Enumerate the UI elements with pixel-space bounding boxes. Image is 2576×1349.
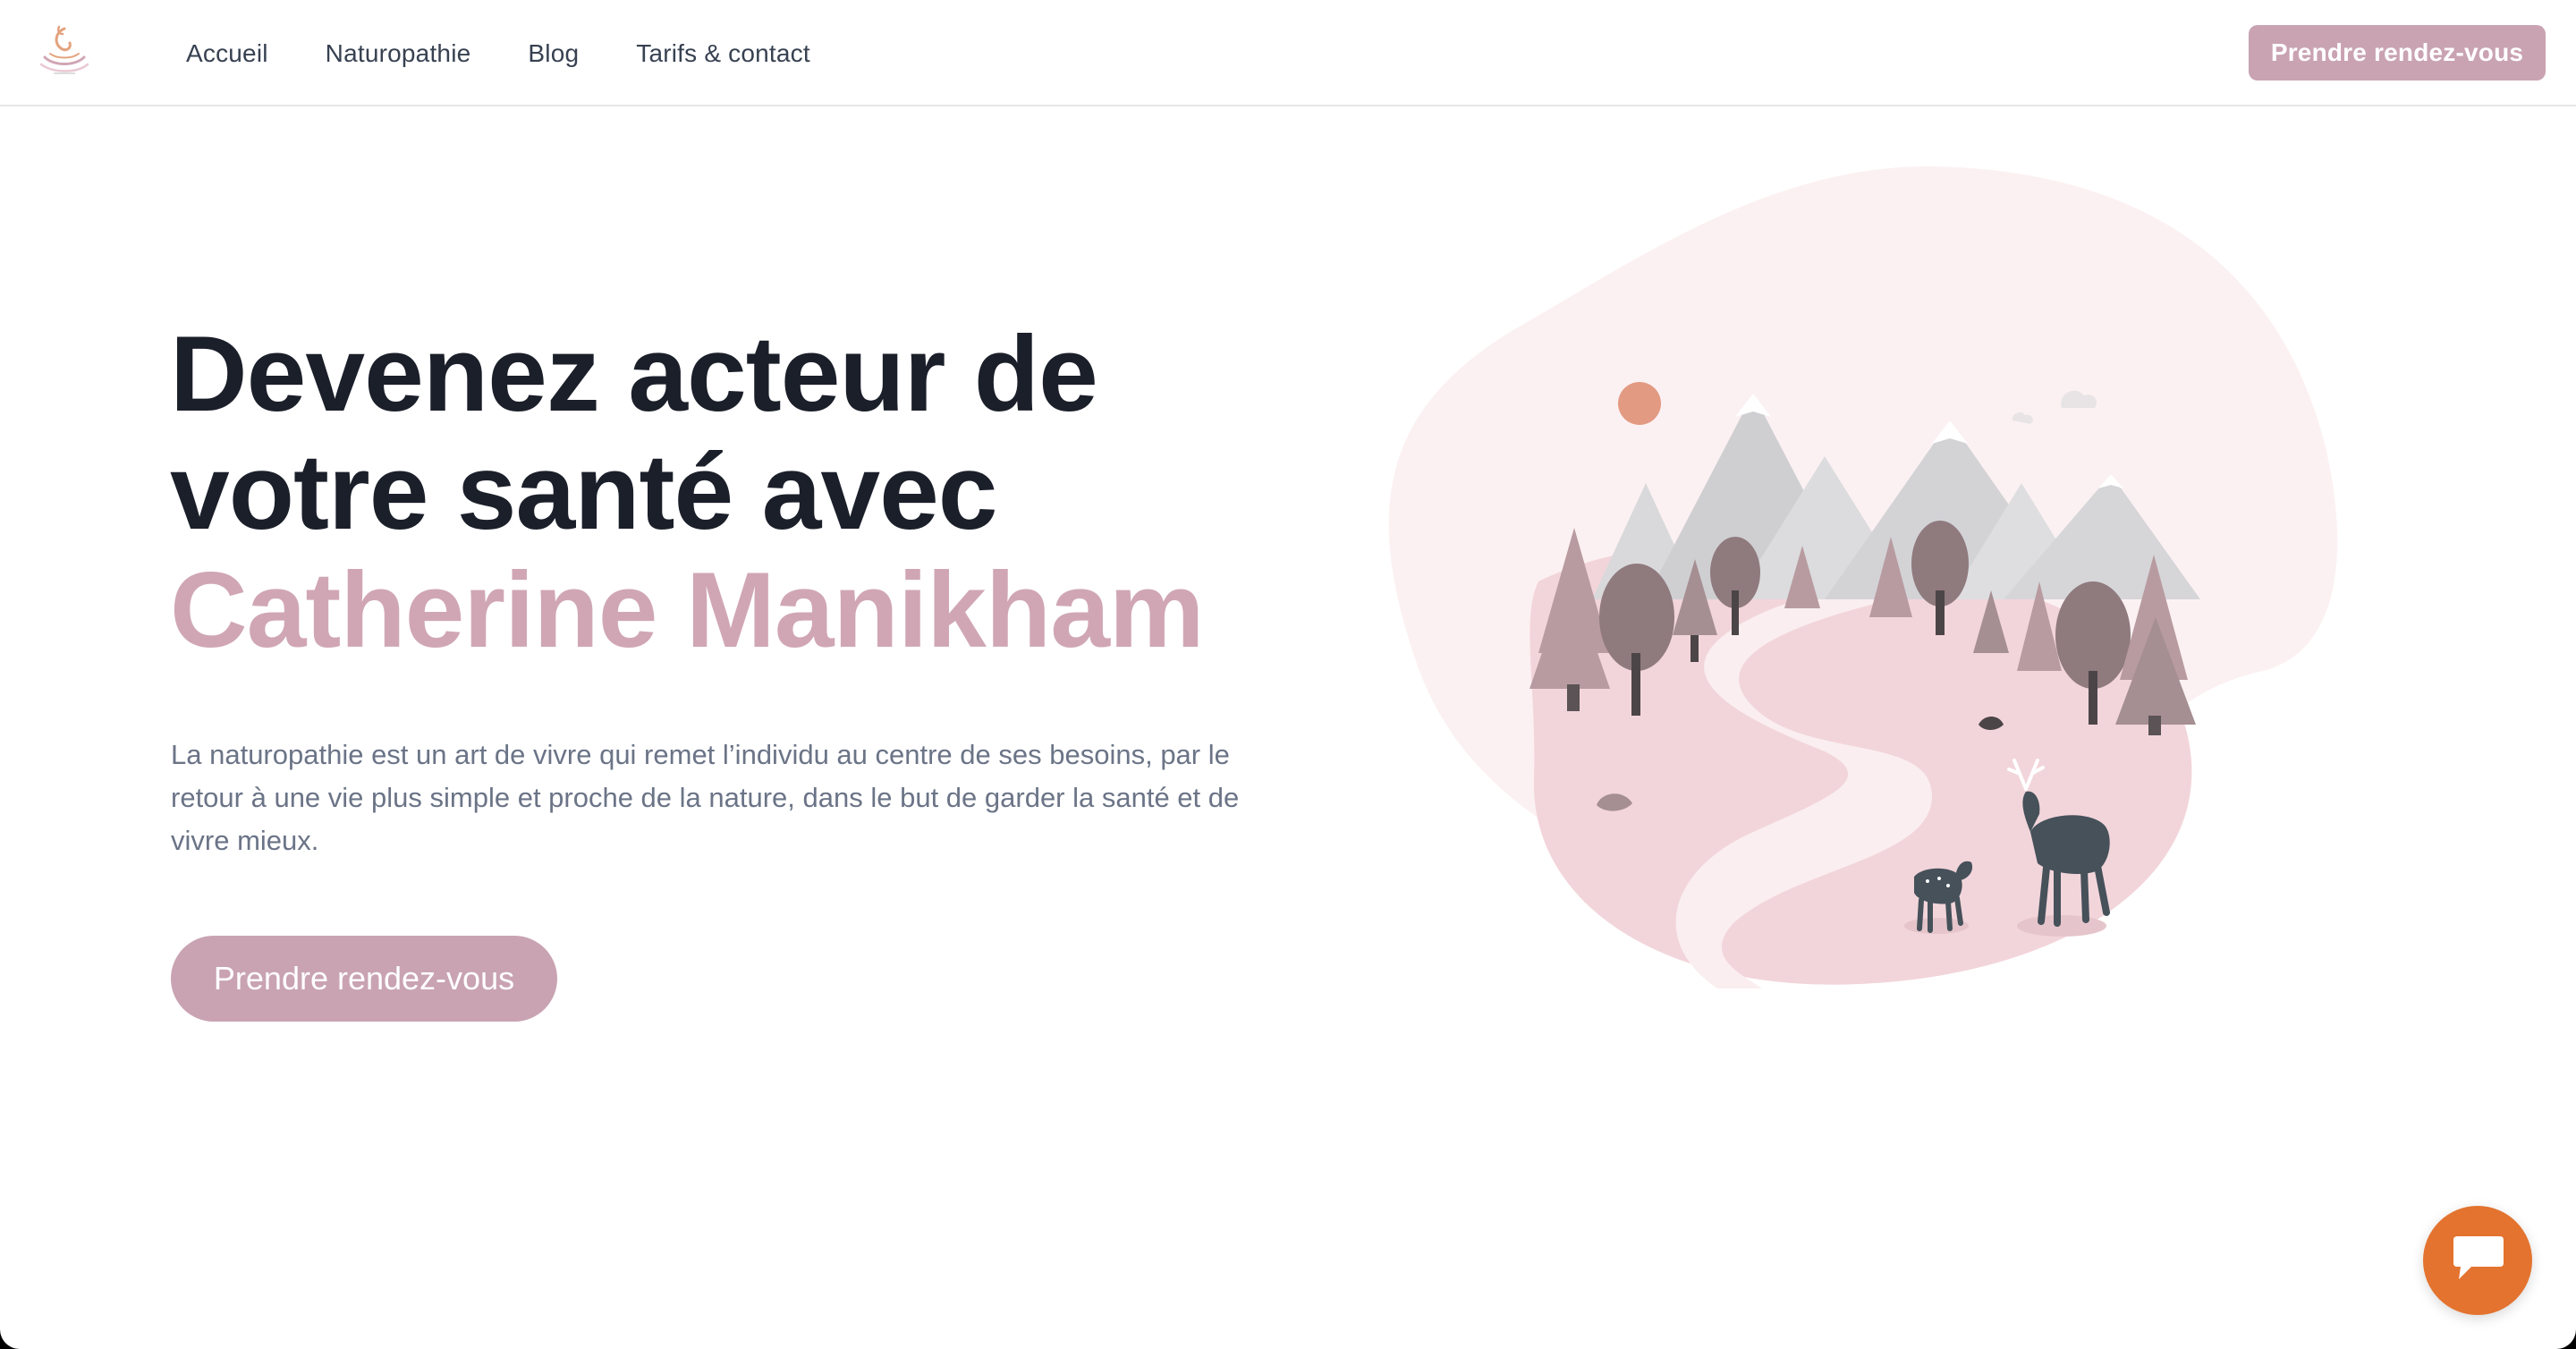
chat-bubble-icon (2453, 1236, 2504, 1279)
nav-tarifs-contact[interactable]: Tarifs & contact (636, 38, 810, 70)
hero-appointment-button[interactable]: Prendre rendez-vous (171, 936, 557, 1022)
page-window: Accueil Naturopathie Blog Tarifs & conta… (0, 0, 2576, 1349)
main-nav: Accueil Naturopathie Blog Tarifs & conta… (186, 38, 868, 70)
nav-naturopathie[interactable]: Naturopathie (326, 38, 471, 70)
nav-blog[interactable]: Blog (528, 38, 579, 70)
hero-title: Devenez acteur de votre santé avec Cathe… (170, 315, 1333, 669)
forest-path-deer-mountains-illustration (1388, 165, 2338, 988)
nav-accueil[interactable]: Accueil (186, 38, 268, 70)
hero-title-name: Catherine Manikham (170, 550, 1205, 670)
header-appointment-button[interactable]: Prendre rendez-vous (2249, 25, 2546, 81)
hero-description: La naturopathie est un art de vivre qui … (171, 739, 1240, 856)
lotus-swirl-logo[interactable] (32, 21, 97, 81)
hero-title-line-2: votre santé avec (170, 432, 998, 552)
hero-title-line-1: Devenez acteur de (170, 314, 1098, 434)
chat-widget-button[interactable] (2423, 1206, 2532, 1315)
site-header: Accueil Naturopathie Blog Tarifs & conta… (0, 0, 2576, 106)
